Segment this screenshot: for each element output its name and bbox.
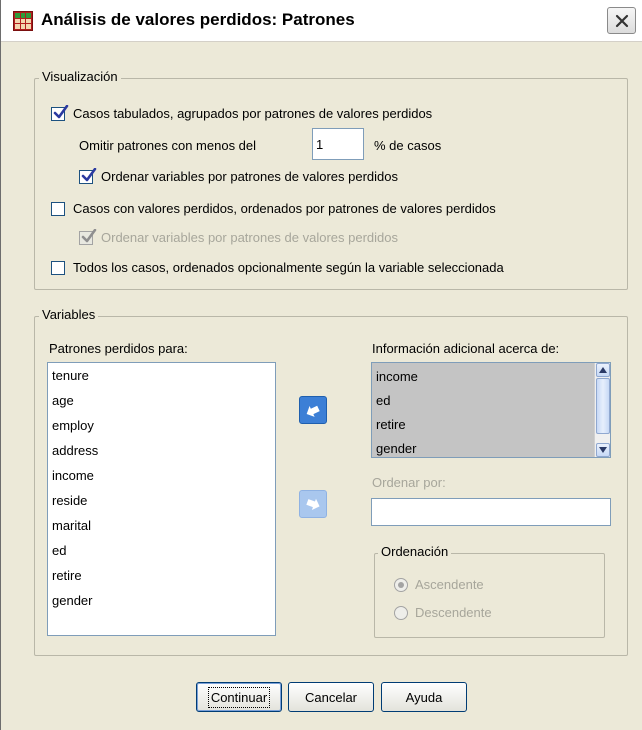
window-title: Análisis de valores perdidos: Patrones (41, 10, 355, 29)
continue-button[interactable]: Continuar (196, 682, 282, 712)
list-item[interactable]: reside (52, 493, 87, 508)
checkmark-icon (81, 168, 97, 182)
all-cases-label: Todos los casos, ordenados opcionalmente… (73, 260, 504, 275)
help-button[interactable]: Ayuda (381, 682, 467, 712)
percent-cases-label: % de casos (374, 138, 442, 153)
sort-variables-label: Ordenar variables por patrones de valore… (101, 169, 399, 184)
list-item[interactable]: ed (52, 543, 66, 558)
additional-info-label: Información adicional acerca de: (372, 341, 560, 356)
cases-missing-checkbox[interactable] (51, 202, 65, 216)
scroll-down-button[interactable] (596, 443, 610, 457)
help-button-label: Ayuda (405, 689, 443, 705)
close-button[interactable] (607, 7, 636, 34)
all-cases-checkbox[interactable] (51, 261, 65, 275)
additional-info-list[interactable]: income ed retire gender (371, 362, 611, 458)
ordenacion-group (374, 553, 605, 638)
tabulated-cases-label: Casos tabulados, agrupados por patrones … (73, 106, 433, 121)
list-item[interactable]: tenure (52, 368, 89, 383)
table-grid-icon (13, 11, 33, 31)
sort-variables-checkbox[interactable] (79, 168, 97, 184)
cancel-button-label: Cancelar (304, 689, 358, 705)
ordenacion-legend: Ordenación (378, 544, 452, 559)
sort-variables-disabled-label: Ordenar variables por patrones de valore… (101, 230, 399, 245)
tabulated-cases-checkbox[interactable] (51, 105, 69, 121)
sort-variables-disabled-checkbox[interactable] (79, 229, 97, 245)
omit-patterns-label: Omitir patrones con menos del (79, 138, 257, 153)
descending-radio[interactable] (394, 606, 408, 620)
list-item[interactable]: income (52, 468, 94, 483)
list-item[interactable]: retire (52, 568, 82, 583)
list-item[interactable]: gender (52, 593, 92, 608)
arrow-right-icon (306, 498, 320, 510)
close-icon (615, 14, 628, 27)
list-item[interactable]: employ (52, 418, 94, 433)
list-item[interactable]: income (376, 369, 418, 384)
sort-by-field[interactable] (371, 498, 611, 526)
checkmark-icon (53, 105, 69, 119)
cancel-button[interactable]: Cancelar (288, 682, 374, 712)
list-item[interactable]: marital (52, 518, 91, 533)
scroll-up-button[interactable] (596, 363, 610, 377)
visualizacion-legend: Visualización (39, 69, 121, 84)
list-item[interactable]: gender (376, 441, 416, 456)
triangle-up-icon (599, 367, 607, 373)
cases-missing-label: Casos con valores perdidos, ordenados po… (73, 201, 496, 216)
missing-patterns-label: Patrones perdidos para: (49, 341, 188, 356)
vertical-scrollbar[interactable] (594, 363, 610, 457)
ascending-label: Ascendente (415, 577, 484, 592)
dialog-window: Análisis de valores perdidos: Patrones V… (0, 0, 642, 730)
sort-by-label: Ordenar por: (372, 475, 446, 490)
omit-percent-input[interactable] (312, 128, 364, 160)
move-right-arrow-button[interactable] (299, 490, 327, 518)
continue-button-label: Continuar (207, 686, 271, 708)
list-item[interactable]: retire (376, 417, 406, 432)
variables-legend: Variables (39, 307, 99, 322)
triangle-down-icon (599, 447, 607, 453)
arrow-left-icon (306, 405, 320, 417)
move-left-arrow-button[interactable] (299, 396, 327, 424)
ascending-radio[interactable] (394, 578, 408, 592)
list-item[interactable]: address (52, 443, 98, 458)
list-item[interactable]: ed (376, 393, 390, 408)
list-item[interactable]: age (52, 393, 74, 408)
descending-label: Descendente (415, 605, 492, 620)
title-bar: Análisis de valores perdidos: Patrones (1, 0, 642, 42)
scroll-thumb[interactable] (596, 378, 610, 434)
checkmark-icon (81, 229, 97, 243)
missing-patterns-list[interactable]: tenure age employ address income reside … (47, 362, 276, 636)
